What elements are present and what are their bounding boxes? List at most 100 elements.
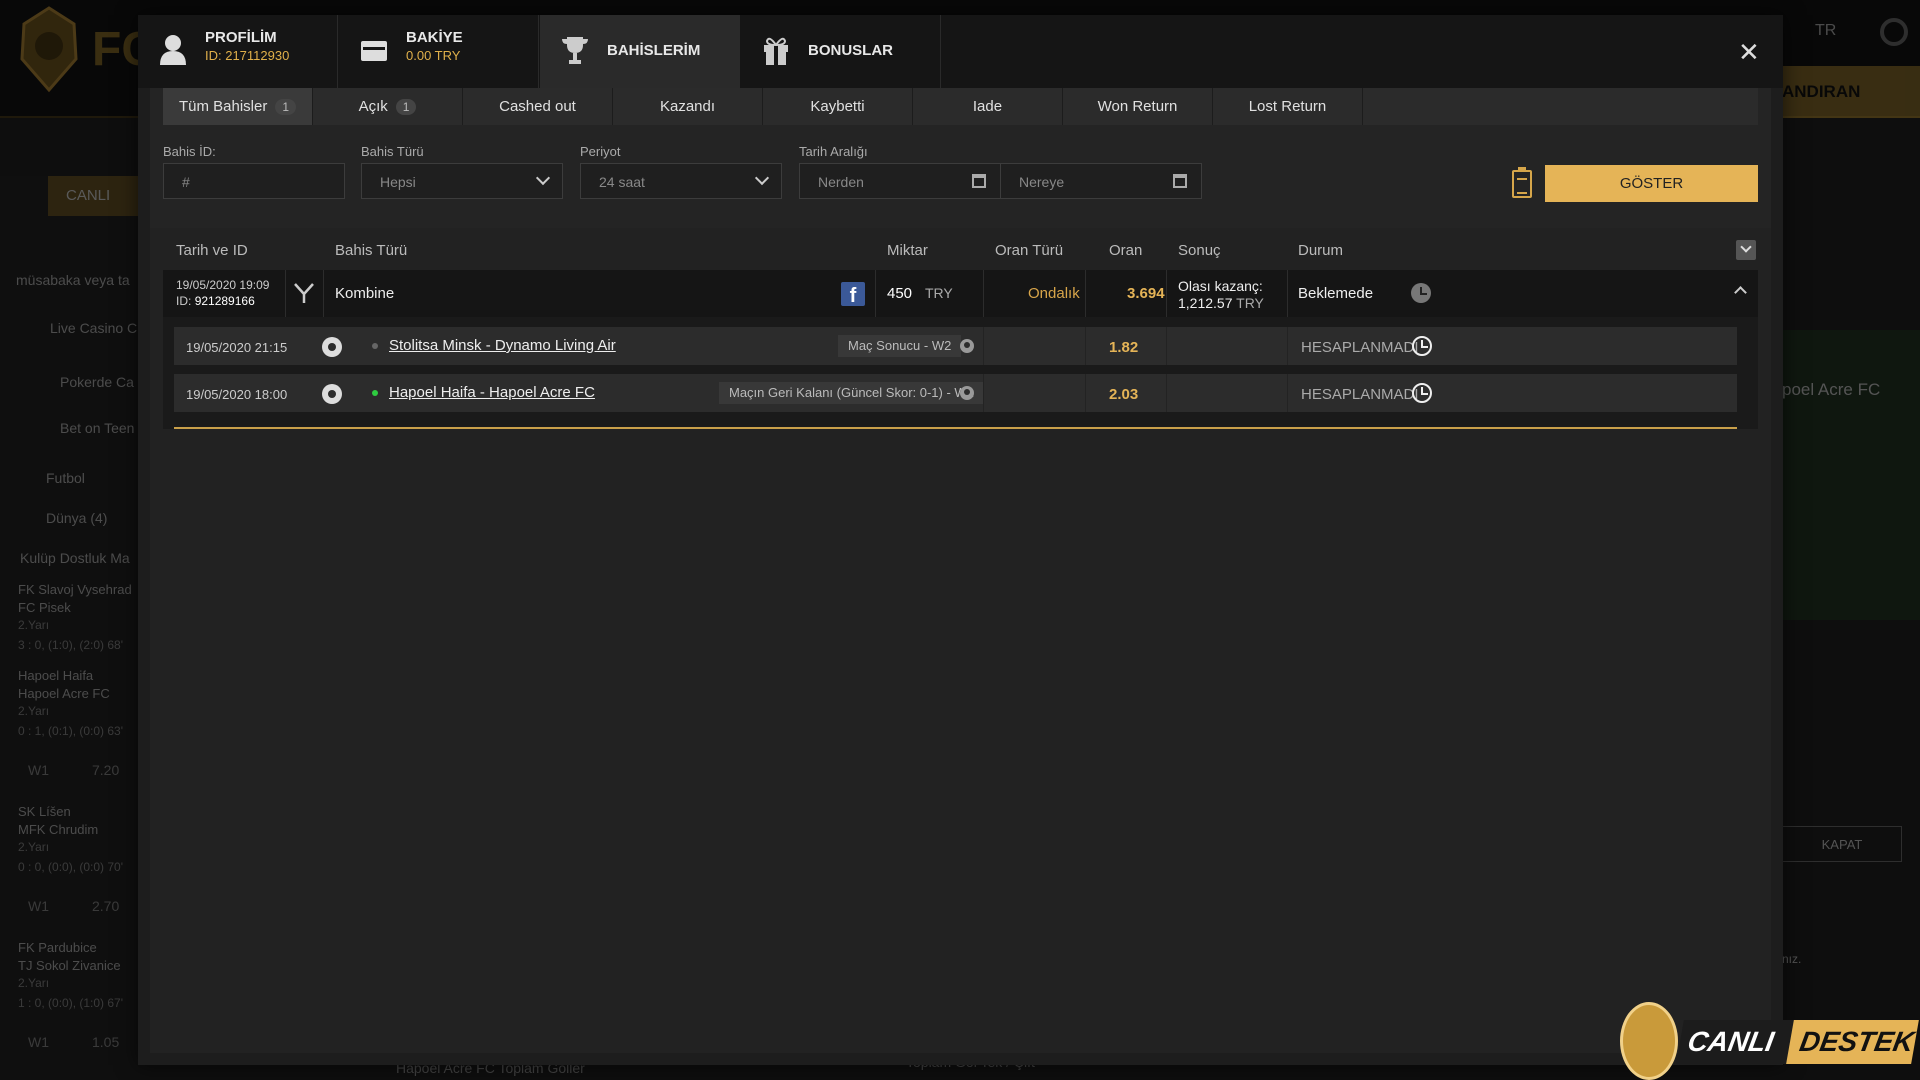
- clock-icon[interactable]: [1412, 383, 1432, 403]
- divider: [1287, 327, 1288, 365]
- collapse-all-icon[interactable]: [1736, 240, 1756, 260]
- col-bet-type: Bahis Türü: [335, 242, 408, 259]
- calendar-icon[interactable]: [972, 174, 986, 188]
- selection-divider: [174, 427, 1737, 429]
- filter-tab-refund[interactable]: Iade: [913, 88, 1063, 125]
- bet-type-value: Hepsi: [380, 174, 416, 190]
- divider: [1085, 327, 1086, 365]
- lion-mascot-icon: [1620, 1002, 1678, 1080]
- tab-profile-id: ID: 217112930: [205, 48, 290, 63]
- clock-icon[interactable]: [1412, 336, 1432, 356]
- divider: [983, 270, 984, 317]
- bet-selections: 19/05/2020 21:15 Stolitsa Minsk - Dynamo…: [163, 317, 1758, 429]
- filter-tab-all[interactable]: Tüm Bahisler 1: [163, 88, 313, 125]
- divider: [983, 327, 984, 365]
- selection-row: 19/05/2020 18:00 Hapoel Haifa - Hapoel A…: [174, 374, 1737, 412]
- bets-table: Tarih ve ID Bahis Türü Miktar Oran Türü …: [150, 228, 1771, 1053]
- live-support-widget[interactable]: CANLI DESTEK: [1620, 1002, 1920, 1080]
- support-canli: CANLI: [1676, 1020, 1799, 1064]
- chevron-up-icon[interactable]: [1734, 286, 1747, 299]
- bet-type-select[interactable]: Hepsi: [361, 163, 563, 199]
- col-amount: Miktar: [887, 242, 928, 259]
- selection-odds: 1.82: [1109, 339, 1139, 356]
- period-value: 24 saat: [599, 174, 645, 190]
- tab-balance[interactable]: BAKİYE 0.00 TRY: [339, 15, 539, 88]
- date-range-label: Tarih Aralığı: [799, 144, 868, 159]
- filter-tab-won-return[interactable]: Won Return: [1063, 88, 1213, 125]
- tab-bonuses[interactable]: BONUSLAR: [741, 15, 941, 88]
- football-icon: [322, 384, 342, 404]
- divider: [1287, 374, 1288, 412]
- possible-win-value: 1,212.57: [1178, 295, 1233, 311]
- filter-tab-open[interactable]: Açık 1: [313, 88, 463, 125]
- bet-type-label: Bahis Türü: [361, 144, 424, 159]
- clock-icon[interactable]: [1411, 283, 1431, 303]
- calendar-icon[interactable]: [1173, 174, 1187, 188]
- bet-filter-tabs: Tüm Bahisler 1 Açık 1 Cashed out Kazandı K…: [163, 88, 1758, 125]
- table-row[interactable]: 19/05/2020 19:09 ID: 921289166 Kombine f…: [163, 270, 1758, 317]
- selection-date: 19/05/2020 18:00: [186, 387, 288, 402]
- football-icon: [322, 337, 342, 357]
- col-odds: Oran: [1109, 242, 1143, 259]
- chevron-down-icon: [754, 170, 770, 186]
- info-icon[interactable]: [960, 339, 974, 353]
- col-odds-type: Oran Türü: [995, 242, 1064, 259]
- selection-match-link[interactable]: Stolitsa Minsk - Dynamo Living Air: [389, 337, 616, 354]
- bet-id-prefix: ID:: [176, 294, 192, 308]
- period-label: Periyot: [580, 144, 621, 159]
- filter-tab-lost[interactable]: Kaybetti: [763, 88, 913, 125]
- account-modal: PROFİLİM ID: 217112930 BAKİYE 0.00 TRY B…: [138, 15, 1783, 1065]
- show-button[interactable]: GÖSTER: [1545, 165, 1758, 202]
- divider: [983, 374, 984, 412]
- divider: [1166, 327, 1167, 365]
- divider: [1085, 374, 1086, 412]
- selection-market: Maç Sonucu - W2: [838, 335, 962, 357]
- divider: [285, 270, 286, 317]
- modal-tabs: PROFİLİM ID: 217112930 BAKİYE 0.00 TRY B…: [138, 15, 1783, 88]
- selection-status: HESAPLANMADI: [1301, 339, 1419, 356]
- tab-bonuses-title: BONUSLAR: [808, 42, 893, 59]
- selection-market: Maçın Geri Kalanı (Güncel Skor: 0-1) - W…: [719, 382, 984, 404]
- filter-tab-label: Açık: [358, 98, 388, 115]
- date-from-placeholder: Nerden: [818, 174, 864, 190]
- date-to-input[interactable]: Nereye: [1000, 163, 1202, 199]
- divider: [1166, 374, 1167, 412]
- bet-id-label: Bahis İD:: [163, 144, 216, 159]
- date-to-placeholder: Nereye: [1019, 174, 1065, 190]
- col-result: Sonuç: [1178, 242, 1221, 259]
- trophy-icon: [562, 37, 588, 64]
- filter-tab-cashed-out[interactable]: Cashed out: [463, 88, 613, 125]
- live-dot: [372, 343, 378, 349]
- selection-odds: 2.03: [1109, 386, 1139, 403]
- col-status: Durum: [1298, 242, 1344, 259]
- facebook-share-icon[interactable]: f: [841, 282, 865, 307]
- bet-id-input[interactable]: #: [163, 163, 345, 199]
- selection-row: 19/05/2020 21:15 Stolitsa Minsk - Dynamo…: [174, 327, 1737, 365]
- info-icon[interactable]: [960, 386, 974, 400]
- chevron-down-icon: [535, 170, 551, 186]
- tab-profile[interactable]: PROFİLİM ID: 217112930: [138, 15, 338, 88]
- support-destek: DESTEK: [1786, 1020, 1919, 1064]
- period-select[interactable]: 24 saat: [580, 163, 782, 199]
- tab-my-bets[interactable]: BAHİSLERİM: [540, 15, 740, 88]
- selection-status: HESAPLANMADI: [1301, 386, 1419, 403]
- selection-date: 19/05/2020 21:15: [186, 340, 288, 355]
- col-date-id: Tarih ve ID: [176, 242, 248, 259]
- tab-my-bets-title: BAHİSLERİM: [607, 42, 701, 59]
- date-from-input[interactable]: Nerden: [799, 163, 1001, 199]
- filter-tab-won[interactable]: Kazandı: [613, 88, 763, 125]
- filter-tab-lost-return[interactable]: Lost Return: [1213, 88, 1363, 125]
- divider: [1166, 270, 1167, 317]
- combo-icon: [294, 283, 314, 303]
- count-badge: 1: [275, 99, 297, 115]
- bets-panel: Tüm Bahisler 1 Açık 1 Cashed out Kazandı K…: [150, 88, 1771, 1053]
- count-badge: 1: [395, 99, 417, 115]
- filter-tab-label: Tüm Bahisler: [178, 98, 268, 115]
- selection-match-link[interactable]: Hapoel Haifa - Hapoel Acre FC: [389, 384, 595, 401]
- close-icon[interactable]: ✕: [1738, 37, 1760, 68]
- divider: [1085, 270, 1086, 317]
- clipboard-icon[interactable]: [1512, 167, 1532, 198]
- gift-icon: [764, 37, 788, 65]
- divider: [323, 270, 324, 317]
- divider: [875, 270, 876, 317]
